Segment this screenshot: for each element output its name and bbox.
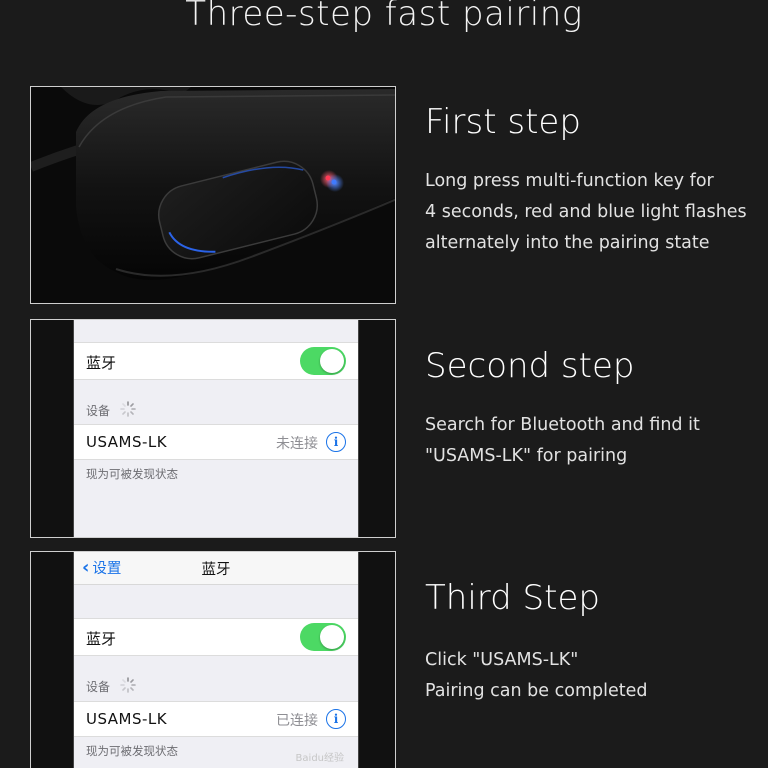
step-3-title: Third Step [425, 578, 600, 618]
discoverable-hint: 现为可被发现状态 [86, 467, 178, 481]
device-name: USAMS-LK [86, 710, 168, 728]
step-2-description: Search for Bluetooth and find it "USAMS-… [425, 410, 755, 472]
device-row-usams-lk[interactable]: USAMS-LK 已连接 i [74, 701, 358, 737]
nav-title: 蓝牙 [201, 562, 231, 578]
loading-spinner-icon [120, 401, 136, 417]
bluetooth-row: 蓝牙 [74, 618, 358, 656]
phone-bezel [359, 320, 395, 537]
phone-screen: 蓝牙 设备 USAMS-LK 未连接 i 现为可被发现状态 [73, 320, 359, 537]
step-1-desc-line: 4 seconds, red and blue light flashes [425, 202, 747, 222]
headset-image [30, 86, 396, 304]
bluetooth-toggle[interactable] [300, 347, 346, 375]
phone-screenshot-connected: ‹ 设置 蓝牙 蓝牙 设备 USAMS-LK 已连接 i 现为可被发现状态 Ba… [30, 551, 396, 768]
bluetooth-row: 蓝牙 [74, 342, 358, 380]
step-3-description: Click "USAMS-LK" Pairing can be complete… [425, 645, 755, 707]
phone-bezel [31, 552, 73, 768]
step-2-desc-line: Search for Bluetooth and find it [425, 415, 700, 435]
loading-spinner-icon [120, 677, 136, 693]
devices-section-label: 设备 [86, 680, 111, 694]
step-1-desc-line: Long press multi-function key for [425, 171, 714, 191]
step-2-desc-line: "USAMS-LK" for pairing [425, 446, 628, 466]
bluetooth-label: 蓝牙 [86, 630, 117, 648]
connection-status: 已连接 [276, 713, 318, 729]
phone-bezel [359, 552, 395, 768]
page-title: Three-step fast pairing [185, 0, 583, 34]
phone-bezel [31, 320, 73, 537]
step-3-desc-line: Pairing can be completed [425, 681, 648, 701]
discoverable-hint: 现为可被发现状态 [86, 744, 178, 758]
step-1-description: Long press multi-function key for 4 seco… [425, 166, 755, 259]
phone-screenshot-search: 蓝牙 设备 USAMS-LK 未连接 i 现为可被发现状态 [30, 319, 396, 538]
watermark: Baidu经验 [295, 753, 344, 764]
phone-screen: ‹ 设置 蓝牙 蓝牙 设备 USAMS-LK 已连接 i 现为可被发现状态 Ba… [73, 552, 359, 768]
headset-illustration [31, 87, 395, 303]
device-row-usams-lk[interactable]: USAMS-LK 未连接 i [74, 424, 358, 460]
device-name: USAMS-LK [86, 433, 168, 451]
info-icon[interactable]: i [326, 709, 346, 729]
bluetooth-toggle[interactable] [300, 623, 346, 651]
step-1-desc-line: alternately into the pairing state [425, 233, 710, 253]
devices-section-label: 设备 [86, 404, 111, 418]
bluetooth-label: 蓝牙 [86, 354, 117, 372]
step-1-title: First step [425, 102, 581, 142]
nav-bar: ‹ 设置 蓝牙 [74, 552, 358, 585]
step-3-desc-line: Click "USAMS-LK" [425, 650, 579, 670]
step-2-title: Second step [425, 346, 635, 386]
connection-status: 未连接 [276, 436, 318, 452]
info-icon[interactable]: i [326, 432, 346, 452]
